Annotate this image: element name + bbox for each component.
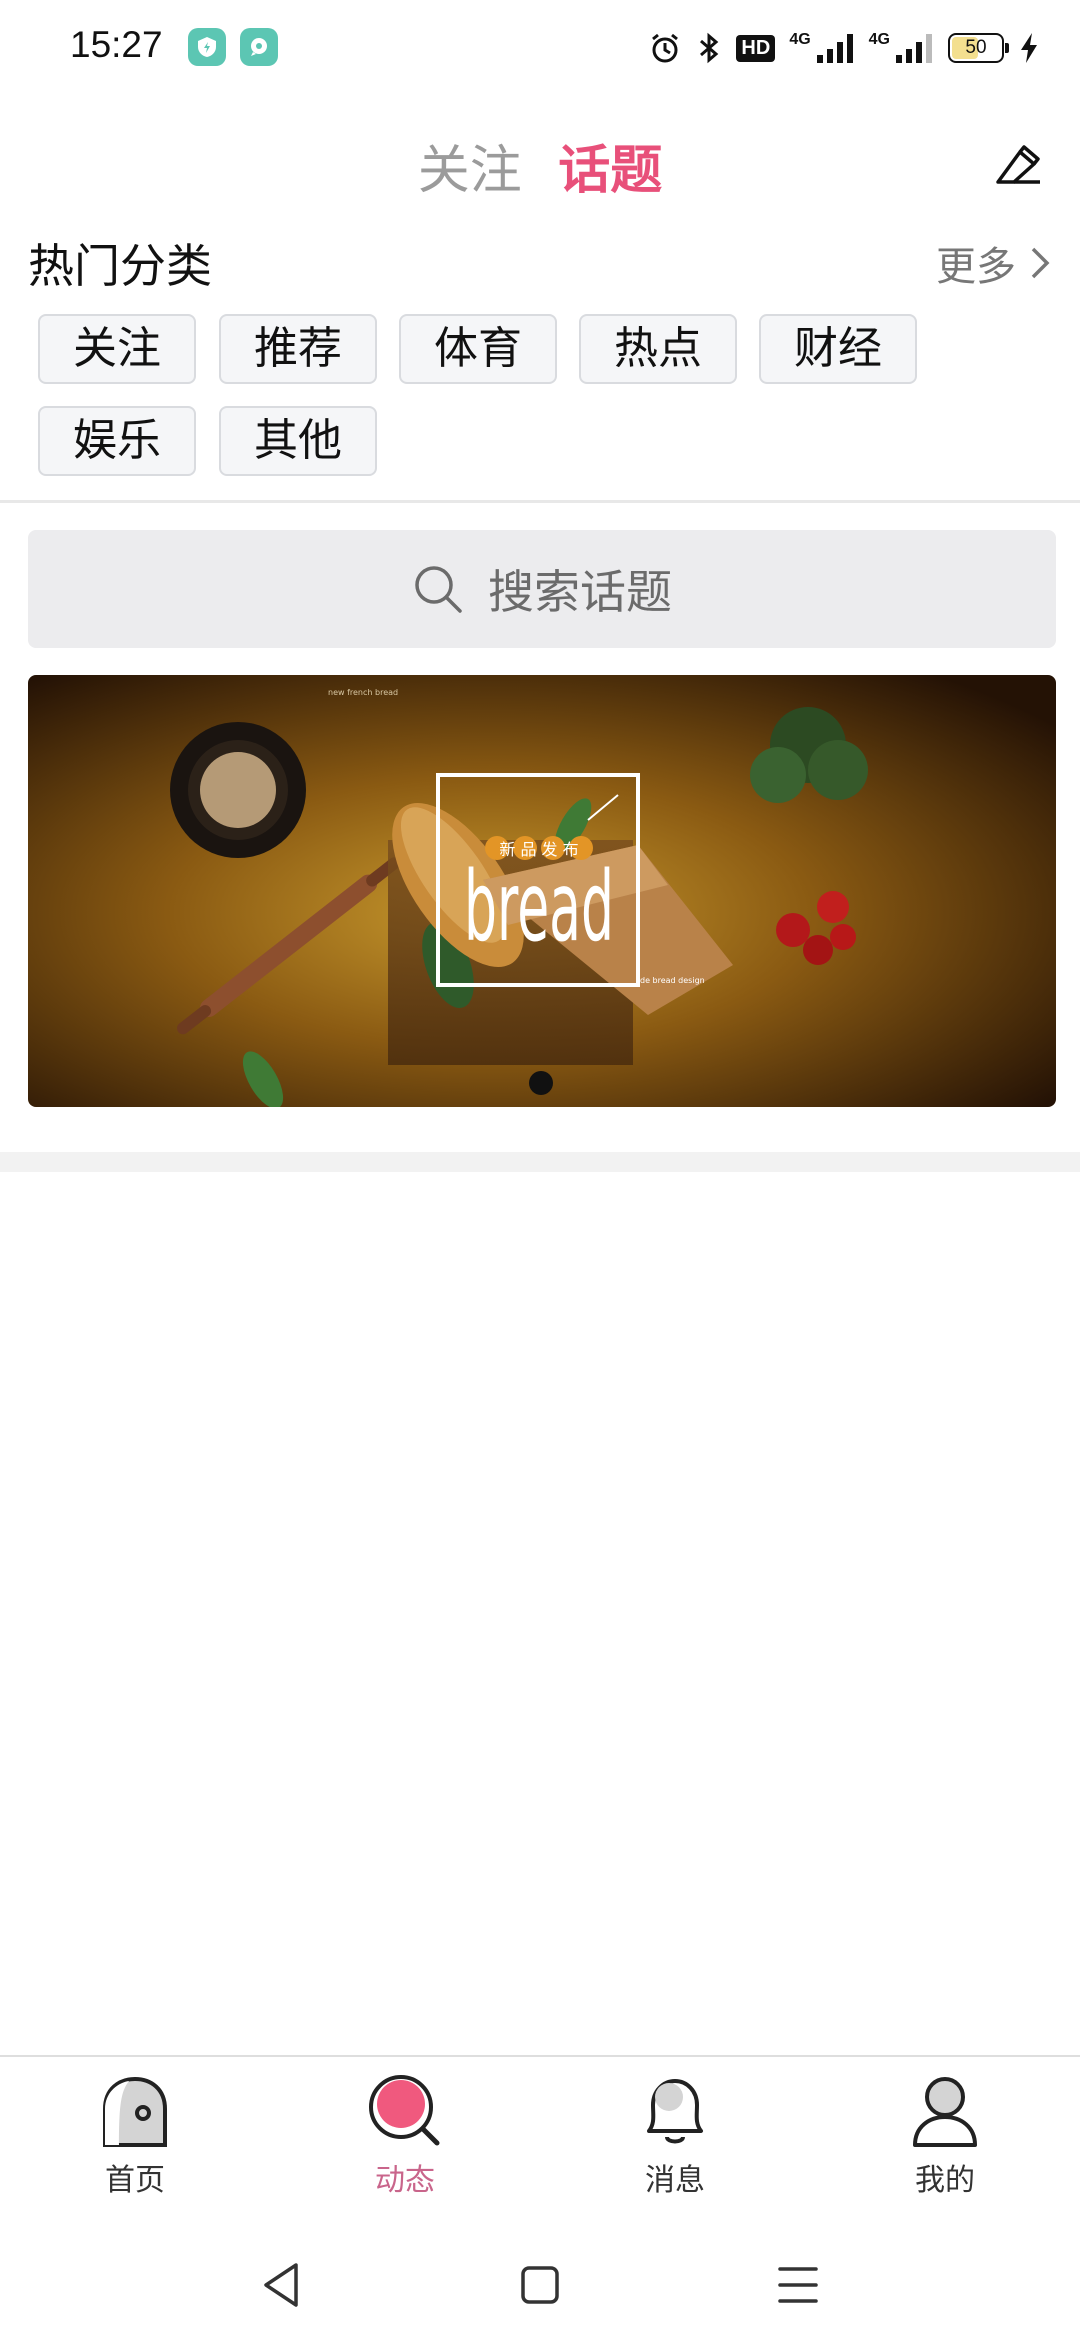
signal-1-icon [816,34,853,63]
bottom-navigation: 首页 动态 消息 我的 [0,2055,1080,2225]
menu-lines-icon [778,2267,818,2303]
system-back-button[interactable] [252,2255,312,2315]
home-icon [103,2076,167,2147]
edit-button[interactable] [990,138,1046,194]
nav-profile[interactable]: 我的 [865,2071,1025,2211]
chevron-right-icon [1031,247,1050,279]
content-separator [0,1152,1080,1172]
tab-topics[interactable]: 话题 [558,128,662,203]
more-label: 更多 [936,244,1016,290]
status-bar: 15:27 HD 4G 4G 50 [0,0,1080,96]
charging-icon [1021,33,1037,63]
nav-home[interactable]: 首页 [55,2071,215,2211]
category-chip-follow[interactable]: 关注 [38,314,196,384]
bread-banner-image: 新 品 发 布 bread new french bread de bread … [28,675,1056,1107]
nav-home-label: 首页 [105,2163,165,2198]
nav-discover-label: 动态 [375,2163,435,2198]
status-time: 15:27 [70,24,163,65]
banner-corner-text: de bread design [640,976,705,985]
banner-sub-text: new french bread [328,688,398,697]
category-chip-recommend[interactable]: 推荐 [219,314,377,384]
system-recents-button[interactable] [768,2255,828,2315]
category-chip-hot[interactable]: 热点 [579,314,737,384]
hd-badge: HD [736,34,776,62]
top-tabs: 关注 话题 [0,128,1080,203]
square-home-icon [521,2266,559,2304]
section-divider [0,500,1080,503]
system-navigation-bar [0,2225,1080,2340]
category-chip-other[interactable]: 其他 [219,406,377,476]
battery-level: 50 [965,37,987,58]
profile-icon [913,2077,977,2147]
search-placeholder: 搜索话题 [488,565,672,619]
back-triangle-icon [264,2263,298,2307]
bell-icon [647,2079,703,2144]
status-icons: HD 4G 4G 50 [648,26,1040,70]
bluetooth-icon [700,32,719,64]
signal-2-icon [896,34,932,63]
nav-discover[interactable]: 动态 [325,2071,485,2211]
app-screen: 15:27 HD 4G 4G 50 关注 话题 热门分类 更多 关注 推荐 体育… [0,0,1080,2340]
shield-app-icon [188,28,226,66]
topic-search-bar[interactable]: 搜索话题 [28,530,1056,648]
banner-word: bread [464,851,614,963]
system-home-button[interactable] [510,2255,570,2315]
top-header: 关注 话题 [0,120,1080,210]
battery-indicator: 50 [948,33,1009,63]
promo-banner[interactable]: 新 品 发 布 bread new french bread de bread … [28,675,1056,1107]
alarm-icon [652,33,679,63]
nav-profile-label: 我的 [915,2163,975,2198]
signal-1-label: 4G [789,31,811,48]
nav-messages-label: 消息 [645,2163,705,2198]
tab-follow[interactable]: 关注 [418,128,522,203]
edit-icon [996,145,1040,184]
category-chip-entertainment[interactable]: 娱乐 [38,406,196,476]
nav-messages[interactable]: 消息 [595,2071,755,2211]
discover-icon [369,2075,440,2146]
search-icon [415,566,462,613]
more-categories-button[interactable]: 更多 [936,234,1050,292]
category-chip-finance[interactable]: 财经 [759,314,917,384]
category-chip-sports[interactable]: 体育 [399,314,557,384]
chat-app-icon [240,28,278,66]
signal-2-label: 4G [868,31,890,48]
hot-categories-title: 热门分类 [28,239,212,293]
